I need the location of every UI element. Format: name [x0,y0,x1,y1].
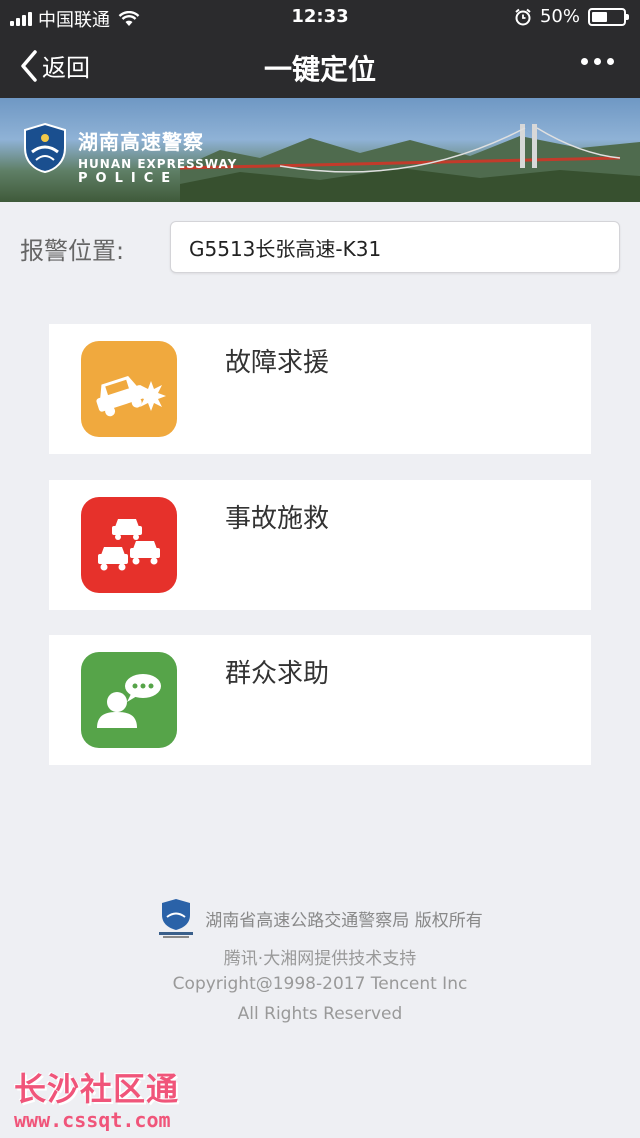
footer-support: 腾讯·大湘网提供技术支持 [223,949,417,969]
bridge-landscape-image [180,124,640,202]
person-chat-icon [81,652,177,748]
police-badge-icon [24,122,66,174]
more-dot-icon [594,58,601,65]
page-title: 一键定位 [263,53,376,86]
battery-icon [588,7,629,26]
accident-rescue-card[interactable]: 事故施救 [49,480,591,610]
more-dot-icon [581,58,588,65]
banner-police: POLICE [78,171,179,186]
more-dot-icon [607,58,614,65]
nav-bar: 返回 一键定位 [0,34,640,98]
banner-title: 湖南高速警察 [78,130,204,154]
battery-fill [592,11,607,22]
breakdown-help-card[interactable]: 故障求援 [49,324,591,454]
car-accident-icon [81,497,177,593]
banner-text: 湖南高速警察 HUNAN EXPRESSWAY POLICE [78,126,237,186]
top-bar: 中国联通 12:33 50% 返回 一键定位 [0,0,640,98]
battery-percent: 50% [539,6,580,27]
police-banner: 湖南高速警察 HUNAN EXPRESSWAY POLICE [0,98,640,202]
status-bar: 中国联通 12:33 50% [0,0,640,34]
location-label: 报警位置: [20,237,125,265]
footer-org: 湖南省高速公路交通警察局 版权所有 [205,910,483,931]
alarm-icon [515,8,531,25]
more-menu-button[interactable] [581,58,614,65]
watermark-url: www.cssqt.com [14,1108,171,1132]
footer-copyright: Copyright@1998-2017 Tencent Inc [172,974,468,994]
banner-subtitle: HUNAN EXPRESSWAY [78,157,238,171]
watermark-text: 长沙社区通 [14,1070,180,1108]
car-breakdown-icon [81,341,177,437]
breakdown-help-label: 故障求援 [225,348,330,378]
footer-rights: All Rights Reserved [237,1004,403,1024]
watermark: 长沙社区通 www.cssqt.com [14,1064,179,1132]
public-help-card[interactable]: 群众求助 [49,635,591,765]
location-input[interactable] [170,221,620,273]
footer-org-row: 湖南省高速公路交通警察局 版权所有 [0,897,640,939]
accident-rescue-label: 事故施救 [225,504,330,534]
police-logo-icon [159,899,194,938]
public-help-label: 群众求助 [225,659,330,689]
